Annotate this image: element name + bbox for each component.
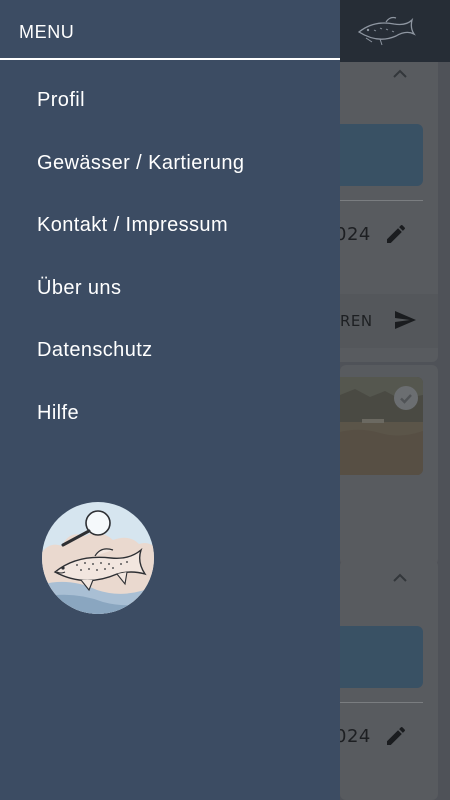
pencil-icon[interactable] — [384, 724, 408, 748]
fish-magnifier-logo-icon — [42, 502, 154, 614]
menu-list: Profil Gewässer / Kartierung Kontakt / I… — [0, 68, 340, 444]
menu-item-ueber-uns[interactable]: Über uns — [0, 256, 340, 319]
card-date: 024 — [335, 224, 371, 245]
divider — [340, 200, 423, 201]
menu-item-gewaesser-kartierung[interactable]: Gewässer / Kartierung — [0, 131, 340, 194]
card-date: 024 — [335, 726, 371, 747]
menu-item-hilfe[interactable]: Hilfe — [0, 381, 340, 444]
card-field-highlight — [340, 626, 423, 688]
pencil-icon[interactable] — [384, 222, 408, 246]
chevron-up-icon[interactable] — [390, 570, 410, 584]
fish-logo-icon[interactable] — [356, 12, 418, 50]
send-icon[interactable] — [392, 308, 418, 332]
menu-item-kontakt-impressum[interactable]: Kontakt / Impressum — [0, 193, 340, 256]
menu-item-profil[interactable]: Profil — [0, 68, 340, 131]
card-field-highlight — [340, 124, 423, 186]
check-circle-icon[interactable] — [394, 386, 418, 410]
drawer-title: MENU — [19, 22, 75, 42]
navigation-drawer: MENU Profil Gewässer / Kartierung Kontak… — [0, 0, 340, 800]
drawer-header: MENU — [0, 0, 340, 60]
menu-item-datenschutz[interactable]: Datenschutz — [0, 318, 340, 381]
divider — [340, 702, 423, 703]
chevron-up-icon[interactable] — [390, 66, 410, 80]
